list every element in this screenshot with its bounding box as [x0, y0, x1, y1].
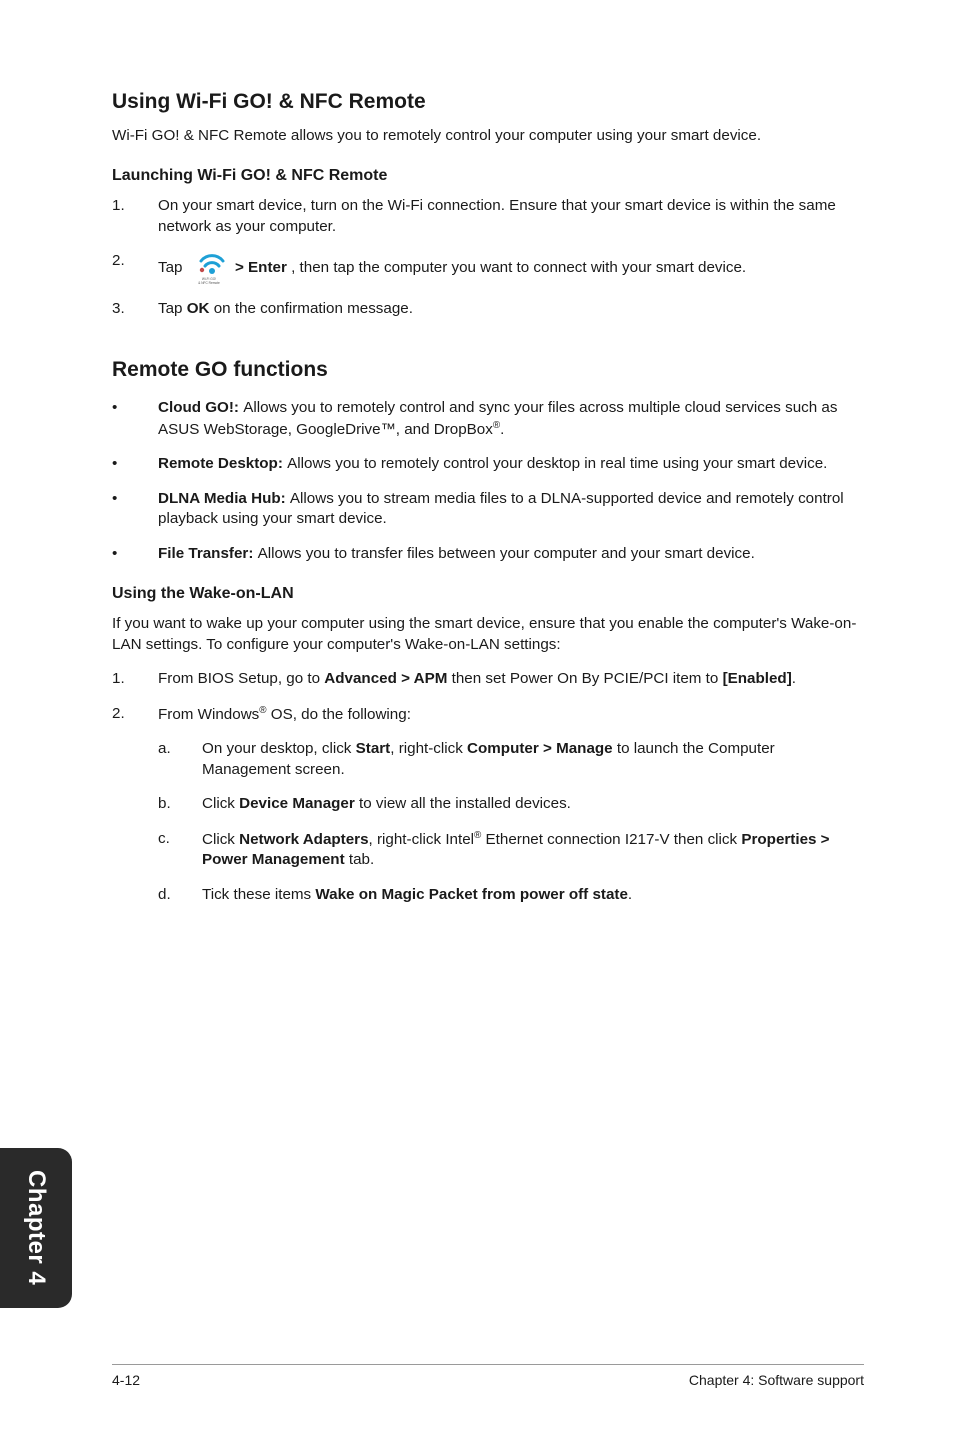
launching-steps: 1. On your smart device, turn on the Wi-… [112, 196, 864, 320]
function-body: Remote Desktop: Allows you to remotely c… [158, 454, 864, 475]
list-item: d. Tick these items Wake on Magic Packet… [158, 885, 864, 906]
function-title: DLNA Media Hub: [158, 490, 290, 507]
bold-text: Network Adapters [239, 831, 368, 848]
intro-paragraph: Wi-Fi GO! & NFC Remote allows you to rem… [112, 126, 864, 147]
page-number: 4-12 [112, 1371, 140, 1390]
substep-body: Tick these items Wake on Magic Packet fr… [202, 885, 864, 906]
text: . [500, 421, 504, 438]
text: . [792, 670, 796, 687]
wifi-go-app-icon: Wi-Fi GO! & NFC Remote [189, 251, 229, 285]
bold-text: > Enter [235, 260, 287, 277]
step-body: On your smart device, turn on the Wi-Fi … [158, 196, 864, 237]
step-text: From Windows® OS, do the following: [158, 706, 411, 723]
wol-substeps: a. On your desktop, click Start, right-c… [158, 739, 864, 905]
step-number: 1. [112, 669, 158, 690]
registered-mark: ® [259, 705, 266, 716]
text: , right-click Intel [369, 831, 475, 848]
list-item: • DLNA Media Hub: Allows you to stream m… [112, 489, 864, 530]
bold-text: OK [187, 300, 210, 317]
text: Ethernet connection I217-V then click [481, 831, 741, 848]
list-item: 3. Tap OK on the confirmation message. [112, 299, 864, 320]
text: On your desktop, click [202, 740, 356, 757]
chapter-side-tab-label: Chapter 4 [20, 1170, 52, 1285]
text: , then tap the computer you want to conn… [291, 260, 746, 277]
text: to view all the installed devices. [355, 795, 571, 812]
text: then set Power On By PCIE/PCI item to [447, 670, 722, 687]
text: From Windows [158, 706, 259, 723]
heading-launching: Launching Wi-Fi GO! & NFC Remote [112, 165, 864, 187]
bullet: • [112, 544, 158, 565]
bold-text: Computer > Manage [467, 740, 613, 757]
list-item: 1. From BIOS Setup, go to Advanced > APM… [112, 669, 864, 690]
substep-letter: b. [158, 794, 202, 815]
function-title: Remote Desktop: [158, 455, 287, 472]
text: . [628, 886, 632, 903]
function-body: File Transfer: Allows you to transfer fi… [158, 544, 864, 565]
list-item: 1. On your smart device, turn on the Wi-… [112, 196, 864, 237]
text: Allows you to transfer files between you… [258, 545, 755, 562]
text: tab. [345, 851, 375, 868]
text: Allows you to remotely control and sync … [158, 399, 837, 438]
list-item: a. On your desktop, click Start, right-c… [158, 739, 864, 780]
function-title: Cloud GO!: [158, 399, 243, 416]
svg-text:& NFC Remote: & NFC Remote [198, 281, 220, 285]
bullet: • [112, 398, 158, 440]
bold-text: Device Manager [239, 795, 355, 812]
text: , right-click [390, 740, 467, 757]
step-body: From Windows® OS, do the following: a. O… [158, 704, 864, 920]
substep-body: Click Device Manager to view all the ins… [202, 794, 864, 815]
bold-text: Advanced > APM [324, 670, 447, 687]
step-body: Tap Wi-Fi GO! & NFC Remote > Enter , the… [158, 251, 864, 285]
bold-text: [Enabled] [723, 670, 792, 687]
function-title: File Transfer: [158, 545, 258, 562]
step-body: Tap OK on the confirmation message. [158, 299, 864, 320]
list-item: c. Click Network Adapters, right-click I… [158, 829, 864, 871]
bold-text: Start [356, 740, 391, 757]
step-number: 2. [112, 704, 158, 920]
chapter-title-footer: Chapter 4: Software support [689, 1371, 864, 1390]
bold-text: Wake on Magic Packet from power off stat… [315, 886, 628, 903]
step-number: 3. [112, 299, 158, 320]
text: Tap [158, 260, 187, 277]
text: Tick these items [202, 886, 315, 903]
list-item: • File Transfer: Allows you to transfer … [112, 544, 864, 565]
text: Allows you to remotely control your desk… [287, 455, 827, 472]
text: From BIOS Setup, go to [158, 670, 324, 687]
text: on the confirmation message. [210, 300, 413, 317]
text: OS, do the following: [267, 706, 411, 723]
heading-wake-on-lan: Using the Wake-on-LAN [112, 583, 864, 605]
page-footer: 4-12 Chapter 4: Software support [112, 1364, 864, 1390]
step-body: From BIOS Setup, go to Advanced > APM th… [158, 669, 864, 690]
text: Click [202, 831, 239, 848]
function-body: DLNA Media Hub: Allows you to stream med… [158, 489, 864, 530]
chapter-side-tab: Chapter 4 [0, 1148, 72, 1308]
heading-remote-go-functions: Remote GO functions [112, 356, 864, 384]
substep-letter: a. [158, 739, 202, 780]
substep-body: Click Network Adapters, right-click Inte… [202, 829, 864, 871]
list-item: b. Click Device Manager to view all the … [158, 794, 864, 815]
function-body: Cloud GO!: Allows you to remotely contro… [158, 398, 864, 440]
heading-using-wifi-go: Using Wi-Fi GO! & NFC Remote [112, 88, 864, 116]
text: Tap [158, 300, 187, 317]
bullet: • [112, 489, 158, 530]
wol-intro-paragraph: If you want to wake up your computer usi… [112, 614, 864, 655]
step-number: 2. [112, 251, 158, 285]
list-item: 2. From Windows® OS, do the following: a… [112, 704, 864, 920]
text: Click [202, 795, 239, 812]
substep-letter: c. [158, 829, 202, 871]
list-item: • Remote Desktop: Allows you to remotely… [112, 454, 864, 475]
list-item: • Cloud GO!: Allows you to remotely cont… [112, 398, 864, 440]
substep-letter: d. [158, 885, 202, 906]
step-number: 1. [112, 196, 158, 237]
list-item: 2. Tap Wi-Fi GO! & NFC Remote > Enter , … [112, 251, 864, 285]
substep-body: On your desktop, click Start, right-clic… [202, 739, 864, 780]
wol-steps: 1. From BIOS Setup, go to Advanced > APM… [112, 669, 864, 919]
bullet: • [112, 454, 158, 475]
functions-list: • Cloud GO!: Allows you to remotely cont… [112, 398, 864, 564]
